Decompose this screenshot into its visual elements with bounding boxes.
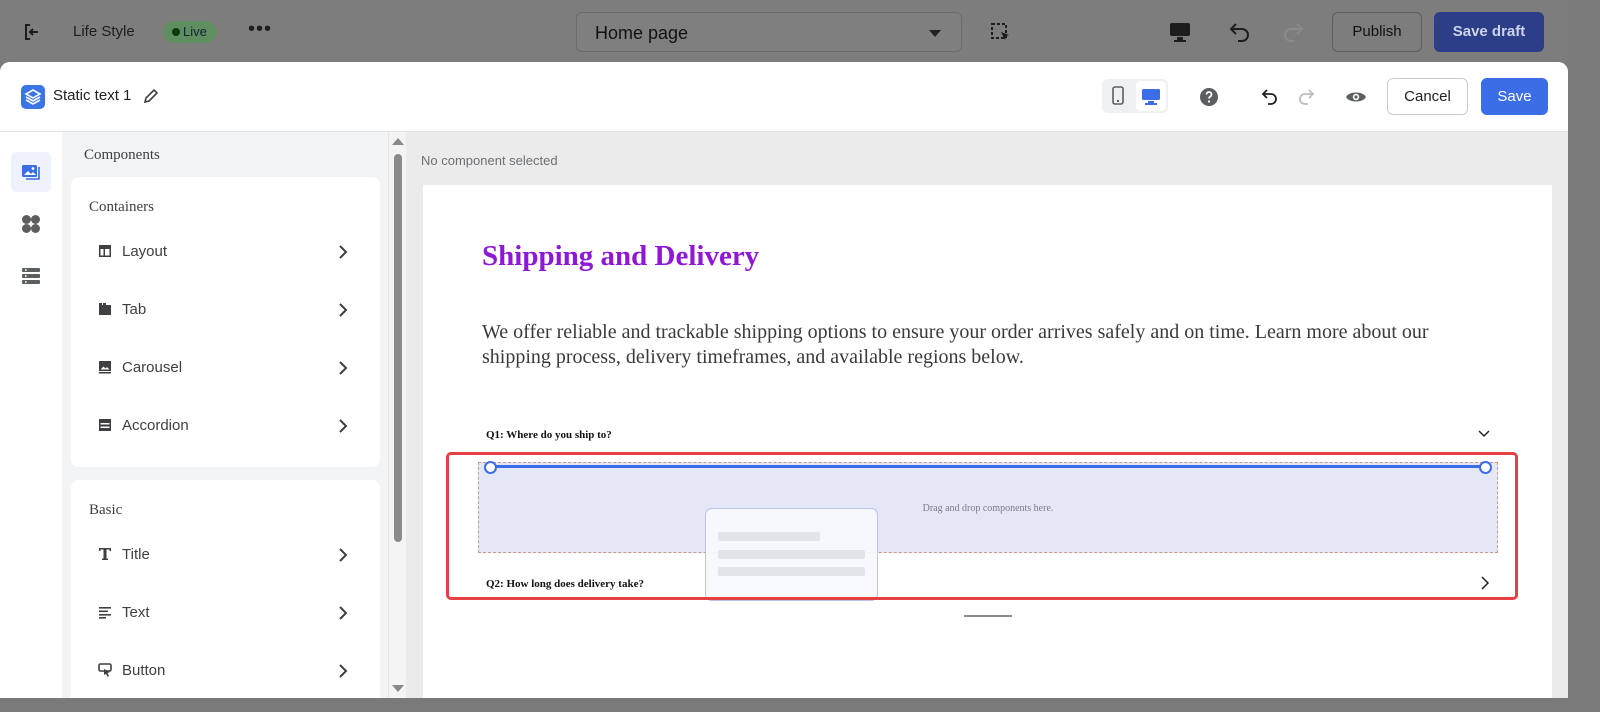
redo-icon [1281, 20, 1307, 44]
caret-down-icon [929, 30, 941, 37]
scroll-down-arrow-icon[interactable] [392, 685, 404, 692]
list-icon [22, 268, 40, 284]
rail-components[interactable] [11, 152, 51, 192]
rail-sections[interactable] [11, 256, 51, 296]
top-bar: Life Style Live ••• Home page Publish Sa… [0, 0, 1568, 62]
intro-paragraph[interactable]: We offer reliable and trackable shipping… [482, 320, 1502, 370]
selection-status: No component selected [421, 153, 558, 168]
component-label: Button [122, 662, 166, 679]
chevron-right-icon [338, 361, 348, 375]
panel-scrollbar[interactable] [388, 132, 406, 698]
component-item-accordion[interactable]: Accordion [71, 406, 380, 446]
page-heading[interactable]: Shipping and Delivery [482, 240, 759, 273]
faq-question-1[interactable]: Q1: Where do you ship to? [486, 429, 612, 441]
component-label: Title [122, 546, 150, 563]
live-badge: Live [163, 21, 217, 43]
layers-icon [21, 85, 45, 109]
chevron-right-icon [338, 548, 348, 562]
component-label: Carousel [122, 359, 183, 376]
tab-icon [98, 302, 112, 316]
exit-icon[interactable] [22, 22, 42, 42]
apps-icon [22, 215, 40, 233]
component-item-text[interactable]: Text [71, 593, 380, 633]
help-icon[interactable] [1199, 87, 1219, 107]
mobile-view-icon[interactable] [1110, 85, 1126, 107]
component-label: Tab [122, 301, 147, 318]
cancel-button[interactable]: Cancel [1387, 78, 1468, 115]
panel-heading: Components [84, 147, 160, 163]
component-item-layout[interactable]: Layout [71, 232, 380, 272]
desktop-preview-icon[interactable] [1169, 21, 1191, 43]
image-gallery-icon [22, 165, 40, 180]
component-editor-modal: Static text 1 Cancel Save Components Con… [0, 62, 1568, 698]
chevron-right-icon [338, 419, 348, 433]
left-rail [0, 132, 63, 698]
desktop-view-icon[interactable] [1136, 81, 1166, 111]
basic-title: Basic [89, 502, 123, 518]
accordion-icon [98, 418, 112, 432]
page-selector[interactable]: Home page [576, 12, 962, 52]
save-button[interactable]: Save [1481, 78, 1548, 115]
undo-icon[interactable] [1259, 87, 1279, 107]
text-icon [98, 605, 112, 619]
editor-header: Static text 1 Cancel Save [0, 62, 1568, 132]
component-item-title[interactable]: Title [71, 535, 380, 575]
save-draft-button[interactable]: Save draft [1434, 12, 1544, 52]
component-item-button[interactable]: Button [71, 651, 380, 691]
component-label: Text [122, 604, 150, 621]
scrollbar-thumb[interactable] [394, 154, 402, 542]
chevron-right-icon [338, 245, 348, 259]
publish-button[interactable]: Publish [1332, 12, 1422, 52]
image-icon [98, 360, 112, 374]
chevron-right-icon [338, 664, 348, 678]
chevron-right-icon [338, 606, 348, 620]
component-label: Layout [122, 243, 168, 260]
redo-icon [1297, 87, 1317, 107]
page-selector-value: Home page [595, 23, 689, 43]
editor-canvas: No component selected Shipping and Deliv… [406, 132, 1568, 698]
basic-card: Basic Title Text Button [71, 480, 380, 698]
components-panel: Components Containers Layout Tab Carouse… [62, 132, 388, 698]
site-name: Life Style [73, 23, 135, 40]
section-divider [964, 615, 1012, 617]
preview-eye-icon[interactable] [1345, 89, 1367, 105]
title-icon [98, 547, 112, 561]
undo-icon[interactable] [1226, 20, 1252, 44]
rail-apps[interactable] [11, 204, 51, 244]
button-icon [98, 663, 112, 677]
scroll-up-arrow-icon[interactable] [392, 138, 404, 145]
edit-title-icon[interactable] [143, 88, 159, 104]
containers-card: Containers Layout Tab Carousel Accordion [71, 177, 380, 467]
page-preview: Shipping and Delivery We offer reliable … [423, 185, 1552, 698]
component-label: Accordion [122, 417, 189, 434]
component-title: Static text 1 [53, 87, 132, 104]
component-item-tab[interactable]: Tab [71, 290, 380, 330]
select-element-icon[interactable] [990, 22, 1012, 44]
containers-title: Containers [89, 199, 154, 215]
more-menu-button[interactable]: ••• [248, 18, 272, 41]
layout-icon [98, 244, 112, 258]
chevron-down-icon[interactable] [1478, 429, 1490, 439]
highlight-box [446, 452, 1518, 600]
component-item-carousel[interactable]: Carousel [71, 348, 380, 388]
chevron-right-icon [338, 303, 348, 317]
